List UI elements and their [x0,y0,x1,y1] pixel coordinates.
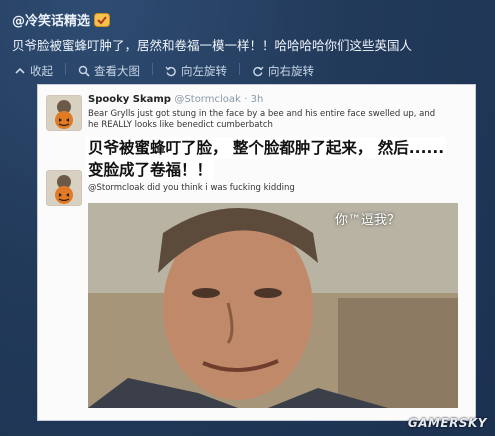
caption-line: 贝爷被蜜蜂叮了脸， 整个脸都肿了起来， 然后...... [86,137,447,159]
tweet-time: · 3h [244,94,264,105]
post-image[interactable]: Spooky Skamp @Stormcloak · 3h Bear Gryll… [38,85,475,420]
magnifier-icon [78,65,90,77]
image-toolbar: 收起 查看大图 向左旋转 向右旋转 [14,63,314,79]
rotate-left-icon [165,66,176,77]
tweet-avatar [46,95,82,131]
tweet-reply-text: @Stormcloak did you think i was fucking … [88,183,295,193]
tweet-author-name: Spooky Skamp [88,94,171,105]
toolbar-divider [152,63,153,75]
photo-caption: 你™逗我？ [334,213,400,228]
tweet-body: Bear Grylls just got stung in the face b… [88,109,468,131]
verified-badge-icon [94,12,111,27]
rotate-right-icon [253,66,264,77]
tweet-avatar [46,170,82,206]
toolbar-divider [239,63,240,75]
tweet-author[interactable]: Spooky Skamp @Stormcloak · 3h [88,94,263,105]
rotate-left-button[interactable]: 向左旋转 [165,63,227,79]
collapse-icon [15,67,25,74]
rotate-right-label: 向右旋转 [268,64,314,78]
tweet-text-line: Bear Grylls just got stung in the face b… [88,109,436,119]
author-name[interactable]: @冷笑话精选 [12,10,90,29]
site-watermark: GAMERSKY [407,416,487,430]
post-header: @冷笑话精选 [12,8,111,30]
view-large-label: 查看大图 [94,64,140,78]
view-large-button[interactable]: 查看大图 [78,63,140,79]
rotate-left-label: 向左旋转 [181,64,227,78]
rotate-right-button[interactable]: 向右旋转 [252,63,314,79]
tweet-handle: @Stormcloak [174,94,241,105]
caption-overlay: 贝爷被蜜蜂叮了脸， 整个脸都肿了起来， 然后...... 变脸成了卷福！！ [86,137,447,181]
toolbar-divider [65,63,66,75]
tweet-text-line: he REALLY looks like benedict cumberbatc… [88,120,273,130]
reaction-photo: 你™逗我？ [88,203,458,408]
collapse-label: 收起 [30,64,53,78]
caption-line: 变脸成了卷福！！ [86,159,215,181]
collapse-button[interactable]: 收起 [14,63,53,79]
post-text: 贝爷脸被蜜蜂叮肿了，居然和卷福一模一样！！哈哈哈哈你们这些英国人 [12,38,413,53]
